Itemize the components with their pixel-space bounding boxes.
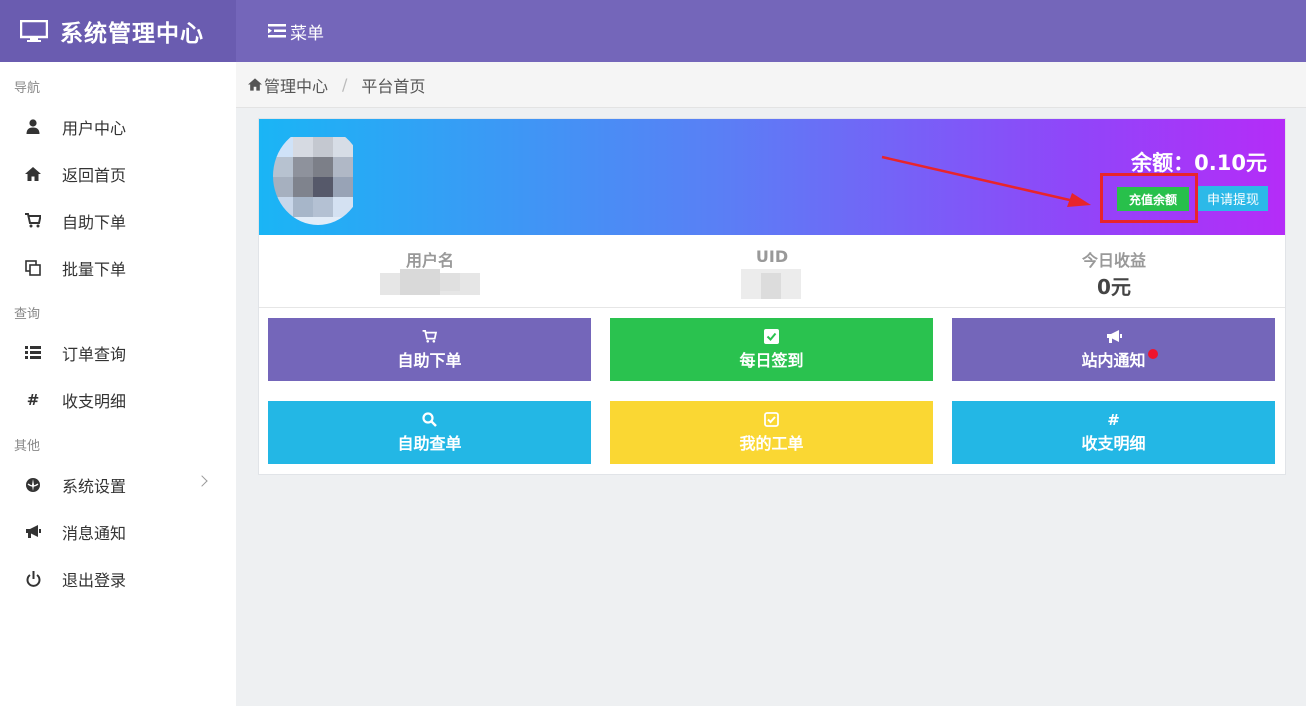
sidebar-item-label: 系统设置	[62, 476, 127, 496]
chevron-right-icon	[196, 475, 208, 487]
stat-today-earnings: 今日收益 0元	[943, 235, 1285, 308]
sidebar-item-label: 用户中心	[62, 118, 127, 138]
blurred-uid	[741, 265, 801, 299]
power-icon	[24, 570, 42, 588]
home-icon	[24, 165, 42, 183]
check-square-icon	[764, 412, 780, 428]
sidebar-item-label: 批量下单	[62, 259, 127, 279]
nav-header-navigation: 导航	[14, 81, 41, 96]
tile-self-order[interactable]: 自助下单	[268, 318, 591, 381]
brand[interactable]: 系统管理中心	[0, 0, 236, 62]
sidebar-item-label: 自助下单	[62, 212, 127, 232]
highlight-box	[1100, 173, 1198, 223]
bullhorn-icon	[24, 523, 42, 541]
tile-label: 我的工单	[739, 433, 804, 453]
user-icon	[24, 118, 42, 136]
menu-toggle-button[interactable]: 菜单	[268, 0, 324, 62]
sidebar-item-label: 收支明细	[62, 391, 127, 411]
dashboard-card: 余额：0.10元 充值余额 申请提现 用户名 UID 今日收益 0元 自助下单 …	[258, 118, 1286, 475]
sidebar-item-user-center[interactable]: 用户中心	[0, 103, 236, 150]
hash-icon: #	[26, 390, 40, 409]
brand-title: 系统管理中心	[60, 21, 204, 47]
rebel-icon	[24, 476, 42, 494]
sidebar-item-settings[interactable]: 系统设置	[0, 461, 236, 508]
cart-icon	[422, 329, 438, 345]
blurred-username	[380, 265, 480, 297]
hash-icon: #	[1107, 410, 1120, 429]
stat-label: UID	[755, 247, 789, 266]
stat-uid: UID	[601, 235, 943, 308]
sidebar-item-transactions[interactable]: # 收支明细	[0, 376, 236, 423]
sidebar-item-label: 返回首页	[62, 165, 127, 185]
cart-icon	[24, 212, 42, 230]
breadcrumb-current: 平台首页	[361, 76, 426, 96]
breadcrumb-separator: /	[342, 75, 348, 94]
sidebar-item-batch-order[interactable]: 批量下单	[0, 244, 236, 291]
menu-icon	[268, 24, 286, 38]
top-bar: 系统管理中心 菜单	[0, 0, 1306, 62]
profile-banner: 余额：0.10元 充值余额 申请提现	[259, 119, 1285, 235]
nav-header-query: 查询	[14, 307, 41, 322]
tile-label: 每日签到	[739, 350, 804, 370]
nav-header-other: 其他	[14, 439, 41, 454]
withdraw-button[interactable]: 申请提现	[1198, 186, 1268, 211]
search-icon	[422, 412, 438, 428]
checkbox-icon	[764, 329, 780, 345]
monitor-icon	[20, 20, 48, 42]
sidebar-item-logout[interactable]: 退出登录	[0, 555, 236, 602]
tile-label: 站内通知	[1081, 350, 1146, 370]
avatar[interactable]	[273, 127, 363, 225]
tile-site-notice[interactable]: 站内通知	[952, 318, 1275, 381]
sidebar-item-order-query[interactable]: 订单查询	[0, 329, 236, 376]
notification-badge-dot	[1148, 349, 1158, 359]
tile-label: 自助查单	[397, 433, 462, 453]
sidebar: 导航 用户中心 返回首页 自助下单 批量下单 查询 订单查询 # 收支明细 其他…	[0, 62, 236, 706]
bullhorn-icon	[1106, 329, 1122, 345]
tile-label: 收支明细	[1081, 433, 1146, 453]
sidebar-item-home[interactable]: 返回首页	[0, 150, 236, 197]
sidebar-item-notifications[interactable]: 消息通知	[0, 508, 236, 555]
stat-label: 今日收益	[1081, 251, 1146, 270]
list-icon	[24, 344, 42, 362]
sidebar-item-label: 退出登录	[62, 570, 127, 590]
tile-order-lookup[interactable]: 自助查单	[268, 401, 591, 464]
breadcrumb-home-link[interactable]: 管理中心	[264, 73, 328, 97]
tile-daily-checkin[interactable]: 每日签到	[610, 318, 933, 381]
menu-label: 菜单	[290, 23, 324, 44]
stat-username: 用户名	[259, 235, 601, 308]
tile-transactions[interactable]: # 收支明细	[952, 401, 1275, 464]
breadcrumb: 管理中心 / 平台首页	[236, 62, 1306, 108]
tile-my-tickets[interactable]: 我的工单	[610, 401, 933, 464]
copy-icon	[24, 259, 42, 277]
stat-value: 0元	[1097, 275, 1131, 299]
sidebar-item-label: 消息通知	[62, 523, 127, 543]
tile-label: 自助下单	[397, 350, 462, 370]
home-icon	[248, 78, 262, 91]
sidebar-item-self-order[interactable]: 自助下单	[0, 197, 236, 244]
user-stats: 用户名 UID 今日收益 0元	[259, 235, 1285, 308]
sidebar-item-label: 订单查询	[62, 344, 127, 364]
